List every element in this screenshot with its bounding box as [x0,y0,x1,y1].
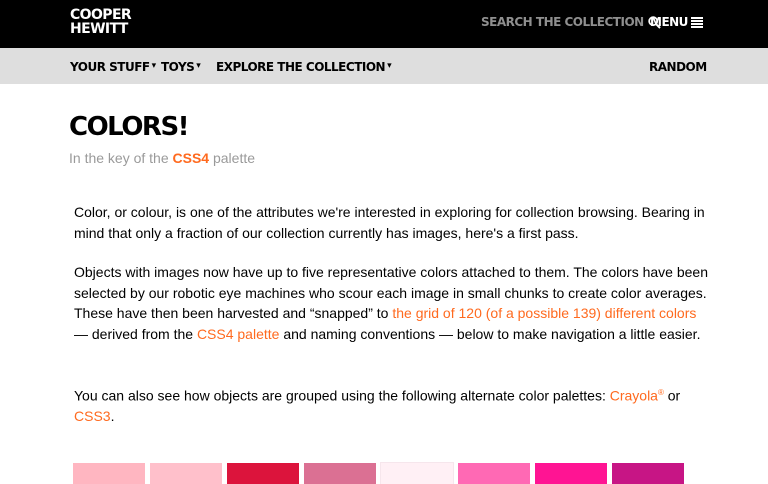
chevron-down-icon: ▾ [387,61,392,71]
nav-random-label: RANDOM [649,60,707,74]
page-title: COLORS! [69,112,190,142]
intro-paragraph: Color, or colour, is one of the attribut… [74,204,705,241]
chevron-down-icon: ▾ [196,61,201,71]
nav-your-stuff[interactable]: YOUR STUFF ▾ [70,59,156,75]
nav-your-stuff-label: YOUR STUFF [70,60,150,74]
color-swatch[interactable] [458,463,530,484]
color-swatch[interactable] [73,463,145,484]
menu-label: MENU [650,15,688,29]
p3-text-b: or [663,387,681,404]
menu-button[interactable]: MENU [650,13,703,31]
logo-line-2: HEWITT [70,21,128,37]
css3-link[interactable]: CSS3 [74,408,111,424]
color-swatch[interactable] [535,463,607,484]
css4-subtitle-link[interactable]: CSS4 [173,150,210,166]
nav-explore-label: EXPLORE THE COLLECTION [216,60,386,74]
search-label: SEARCH THE COLLECTION [481,15,644,29]
nav-toys[interactable]: TOYS ▾ [161,59,201,75]
subtitle-suffix: palette [209,150,256,166]
css4-palette-link[interactable]: CSS4 palette [197,326,280,342]
cooper-hewitt-logo[interactable]: COOPER HEWITT [70,7,132,37]
p3-text-a: You can also see how objects are grouped… [74,387,610,404]
secondary-nav: YOUR STUFF ▾ TOYS ▾ EXPLORE THE COLLECTION… [0,48,768,84]
chevron-down-icon: ▾ [151,61,157,71]
color-swatch[interactable] [150,463,222,484]
color-swatch[interactable] [612,463,684,484]
color-swatch[interactable] [227,463,299,484]
nav-toys-label: TOYS [161,60,195,74]
p2-text-c: and naming conventions — below to make n… [279,325,701,342]
color-swatch[interactable] [380,462,454,484]
alternate-palettes-paragraph: You can also see how objects are grouped… [74,383,714,427]
color-swatch[interactable] [304,463,376,484]
page-subtitle: In the key of the CSS4 palette [69,149,255,167]
color-grid-link[interactable]: the grid of 120 (of a possible 139) diff… [392,305,696,321]
p3-text-c: . [110,408,115,425]
search-collection-button[interactable]: SEARCH THE COLLECTION [481,13,661,31]
logo-line-1: COOPER [70,7,132,23]
p2-text-b: — derived from the [74,325,197,342]
hamburger-icon [690,16,703,28]
color-swatch-grid [73,462,689,484]
top-header: COOPER HEWITT SEARCH THE COLLECTION MENU [0,0,768,48]
nav-explore-collection[interactable]: EXPLORE THE COLLECTION ▾ [216,59,392,75]
description-paragraph: Objects with images now have up to five … [74,262,714,344]
nav-random[interactable]: RANDOM [649,59,707,75]
crayola-link[interactable]: Crayola [610,388,658,404]
subtitle-prefix: In the key of the [69,150,173,166]
